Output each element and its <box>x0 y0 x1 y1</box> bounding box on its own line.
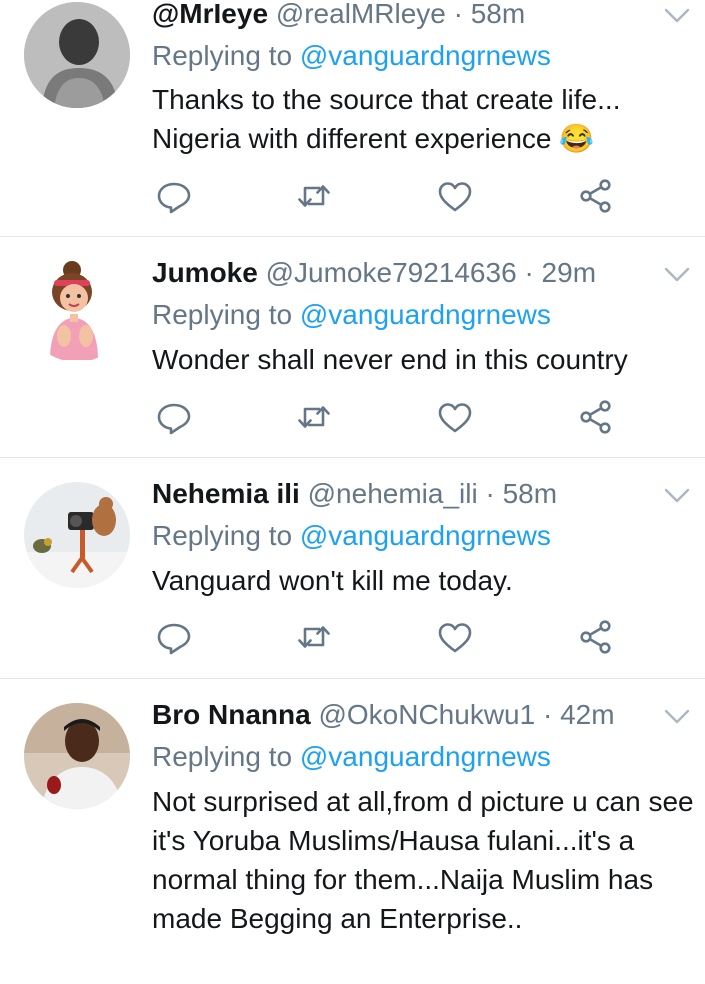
replying-to: Replying to @vanguardngrnews <box>152 739 551 775</box>
separator-dot: · <box>485 478 495 509</box>
reply-button[interactable] <box>154 176 194 216</box>
share-icon <box>580 179 611 213</box>
reply-button[interactable] <box>154 397 194 437</box>
tweet-text: Vanguard won't kill me today. <box>152 565 513 596</box>
chevron-down-icon[interactable] <box>663 707 691 727</box>
author-name[interactable]: Jumoke <box>152 257 258 288</box>
mention-link[interactable]: @vanguardngrnews <box>300 40 551 71</box>
avatar[interactable] <box>24 482 130 588</box>
share-icon <box>580 620 611 654</box>
retweet-icon <box>298 626 330 648</box>
tweet-text: Thanks to the source that create life...… <box>152 84 621 154</box>
retweet-button[interactable] <box>294 397 334 437</box>
separator-dot: · <box>453 0 463 29</box>
mention-link[interactable]: @vanguardngrnews <box>300 741 551 772</box>
retweet-button[interactable] <box>294 617 334 657</box>
mention-link[interactable]: @vanguardngrnews <box>300 299 551 330</box>
avatar[interactable] <box>24 2 130 108</box>
replying-label: Replying to <box>152 520 293 551</box>
like-button[interactable] <box>435 176 475 216</box>
replying-to: Replying to @vanguardngrnews <box>152 297 551 333</box>
replying-label: Replying to <box>152 299 293 330</box>
author-name[interactable]: Nehemia ili <box>152 478 300 509</box>
share-button[interactable] <box>576 397 616 437</box>
avatar[interactable] <box>24 703 130 809</box>
timestamp[interactable]: 29m <box>542 257 596 288</box>
author-name[interactable]: @MrIeye <box>152 0 268 29</box>
tweet-text: Not surprised at all,from d picture u ca… <box>152 786 694 934</box>
share-icon <box>580 400 611 434</box>
action-bar <box>152 397 622 437</box>
heart-icon <box>438 403 472 433</box>
replying-label: Replying to <box>152 40 293 71</box>
author-handle[interactable]: @realMRleye <box>276 0 446 29</box>
timestamp[interactable]: 58m <box>471 0 525 29</box>
tweet-text: Wonder shall never end in this country <box>152 344 628 375</box>
separator-dot: · <box>542 699 553 730</box>
share-button[interactable] <box>576 176 616 216</box>
separator-dot: · <box>524 257 534 288</box>
tweet[interactable]: Bro Nnanna @OkoNChukwu1 · 42m Replying t… <box>0 679 705 984</box>
chevron-down-icon[interactable] <box>663 6 691 26</box>
reply-button[interactable] <box>154 617 194 657</box>
retweet-button[interactable] <box>294 176 334 216</box>
retweet-icon <box>298 406 330 428</box>
author-handle[interactable]: @nehemia_ili <box>308 478 478 509</box>
retweet-icon <box>298 185 330 207</box>
mention-link[interactable]: @vanguardngrnews <box>300 520 551 551</box>
reply-icon <box>157 403 191 435</box>
timestamp[interactable]: 42m <box>560 699 614 730</box>
chevron-down-icon[interactable] <box>663 486 691 506</box>
tweet[interactable]: @MrIeye @realMRleye · 58m Replying to @v… <box>0 0 705 237</box>
replying-label: Replying to <box>152 741 293 772</box>
heart-icon <box>438 623 472 653</box>
action-bar <box>152 176 622 216</box>
tweet[interactable]: Jumoke @Jumoke79214636 · 29m Replying to… <box>0 237 705 458</box>
replying-to: Replying to @vanguardngrnews <box>152 518 551 554</box>
action-bar <box>152 617 622 657</box>
author-handle[interactable]: @Jumoke79214636 <box>266 257 517 288</box>
chevron-down-icon[interactable] <box>663 265 691 285</box>
reply-icon <box>157 623 191 655</box>
author-handle[interactable]: @OkoNChukwu1 <box>318 699 535 730</box>
like-button[interactable] <box>435 397 475 437</box>
avatar[interactable] <box>24 256 130 362</box>
reply-icon <box>157 182 191 214</box>
timestamp[interactable]: 58m <box>503 478 557 509</box>
share-button[interactable] <box>576 617 616 657</box>
like-button[interactable] <box>435 617 475 657</box>
tweet[interactable]: Nehemia ili @nehemia_ili · 58m Replying … <box>0 458 705 679</box>
replying-to: Replying to @vanguardngrnews <box>152 38 551 74</box>
heart-icon <box>438 182 472 212</box>
author-name[interactable]: Bro Nnanna <box>152 699 311 730</box>
